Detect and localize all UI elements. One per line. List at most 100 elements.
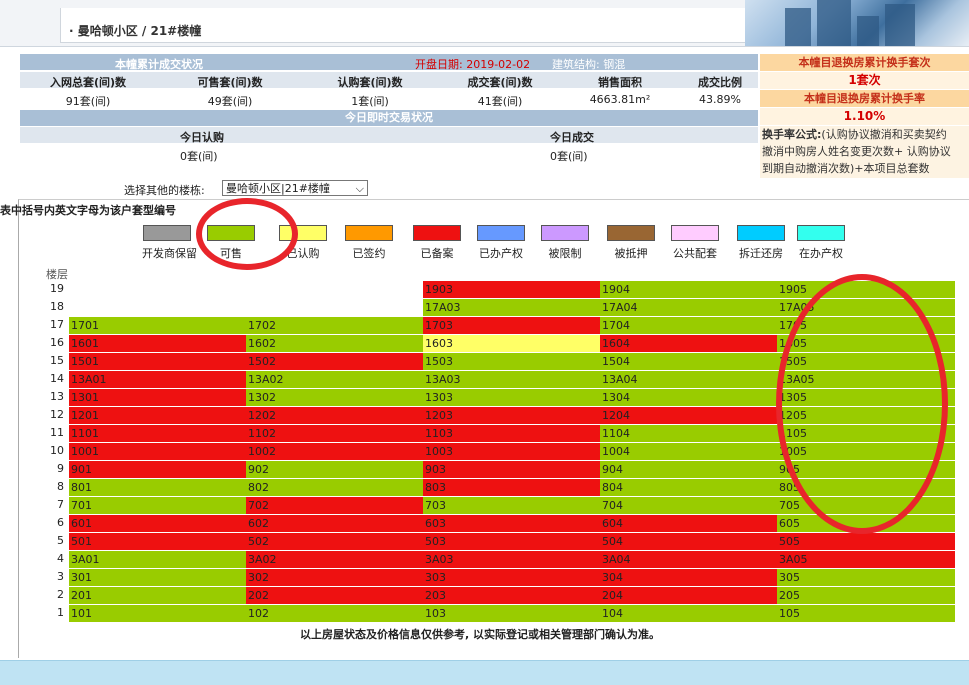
unit-cell[interactable]: 1202 xyxy=(246,407,423,424)
unit-cell[interactable]: 701 xyxy=(69,497,246,514)
unit-cell[interactable]: 305 xyxy=(777,569,955,586)
unit-cell[interactable]: 501 xyxy=(69,533,246,550)
unit-cell[interactable]: 904 xyxy=(600,461,777,478)
unit-cell[interactable]: 1302 xyxy=(246,389,423,406)
unit-cell[interactable]: 202 xyxy=(246,587,423,604)
unit-cell[interactable]: 1903 xyxy=(423,281,600,298)
unit-cell[interactable]: 1304 xyxy=(600,389,777,406)
unit-cell[interactable]: 1502 xyxy=(246,353,423,370)
unit-cell[interactable]: 504 xyxy=(600,533,777,550)
unit-cell[interactable]: 101 xyxy=(69,605,246,622)
unit-cell[interactable]: 102 xyxy=(246,605,423,622)
unit-cell[interactable]: 13A05 xyxy=(777,371,955,388)
unit-cell[interactable]: 802 xyxy=(246,479,423,496)
unit-cell[interactable]: 1001 xyxy=(69,443,246,460)
unit-cell[interactable]: 702 xyxy=(246,497,423,514)
unit-cell[interactable]: 13A02 xyxy=(246,371,423,388)
unit-cell[interactable]: 204 xyxy=(600,587,777,604)
unit-cell[interactable]: 1002 xyxy=(246,443,423,460)
unit-cell[interactable]: 105 xyxy=(777,605,955,622)
unit-cell[interactable]: 704 xyxy=(600,497,777,514)
unit-cell[interactable]: 301 xyxy=(69,569,246,586)
unit-cell[interactable]: 1004 xyxy=(600,443,777,460)
unit-cell[interactable]: 805 xyxy=(777,479,955,496)
unit-cell[interactable]: 705 xyxy=(777,497,955,514)
unit-cell[interactable]: 801 xyxy=(69,479,246,496)
unit-cell[interactable]: 3A03 xyxy=(423,551,600,568)
unit-cell[interactable]: 602 xyxy=(246,515,423,532)
unit-cell[interactable]: 1301 xyxy=(69,389,246,406)
unit-cell[interactable]: 1501 xyxy=(69,353,246,370)
unit-cell[interactable]: 804 xyxy=(600,479,777,496)
unit-cell[interactable]: 1101 xyxy=(69,425,246,442)
unit-cell[interactable]: 1104 xyxy=(600,425,777,442)
unit-cell[interactable]: 103 xyxy=(423,605,600,622)
legend-item: 已备案 xyxy=(412,225,462,261)
table-note: 表中括号内英文字母为该户套型编号 xyxy=(0,204,176,217)
floor-number: 2 xyxy=(57,588,64,601)
unit-cell[interactable]: 1102 xyxy=(246,425,423,442)
unit-cell[interactable]: 601 xyxy=(69,515,246,532)
formula-label: 换手率公式: xyxy=(762,128,822,141)
unit-cell[interactable]: 201 xyxy=(69,587,246,604)
building-select[interactable]: 曼哈顿小区|21#楼幢 ⌵ xyxy=(222,180,368,196)
unit-cell[interactable]: 203 xyxy=(423,587,600,604)
unit-cell[interactable]: 1504 xyxy=(600,353,777,370)
unit-cell[interactable]: 604 xyxy=(600,515,777,532)
unit-cell[interactable]: 3A01 xyxy=(69,551,246,568)
legend-swatch xyxy=(671,225,719,241)
unit-cell[interactable]: 104 xyxy=(600,605,777,622)
unit-cell[interactable]: 1105 xyxy=(777,425,955,442)
unit-cell[interactable]: 1702 xyxy=(246,317,423,334)
unit-cell[interactable]: 1905 xyxy=(777,281,955,298)
unit-cell[interactable]: 1704 xyxy=(600,317,777,334)
unit-cell[interactable]: 17A05 xyxy=(777,299,955,316)
unit-cell[interactable]: 1701 xyxy=(69,317,246,334)
unit-cell[interactable]: 302 xyxy=(246,569,423,586)
unit-cell[interactable]: 1904 xyxy=(600,281,777,298)
unit-cell[interactable]: 503 xyxy=(423,533,600,550)
unit-cell[interactable]: 605 xyxy=(777,515,955,532)
unit-cell[interactable]: 1601 xyxy=(69,335,246,352)
unit-cell[interactable]: 13A03 xyxy=(423,371,600,388)
unit-cell[interactable]: 505 xyxy=(777,533,955,550)
unit-cell[interactable]: 502 xyxy=(246,533,423,550)
unit-cell[interactable]: 1205 xyxy=(777,407,955,424)
unit-cell[interactable]: 1705 xyxy=(777,317,955,334)
unit-cell[interactable]: 17A03 xyxy=(423,299,600,316)
legend-label: 被限制 xyxy=(548,247,582,260)
unit-cell[interactable]: 3A02 xyxy=(246,551,423,568)
unit-cell[interactable]: 905 xyxy=(777,461,955,478)
unit-cell[interactable]: 1005 xyxy=(777,443,955,460)
turnover-panel: 本幢目退换房累计换手套次 1套次 本幢目退换房累计换手率 1.10% 换手率公式… xyxy=(760,54,969,178)
unit-cell[interactable]: 304 xyxy=(600,569,777,586)
unit-cell[interactable]: 903 xyxy=(423,461,600,478)
unit-cell[interactable]: 901 xyxy=(69,461,246,478)
unit-cell[interactable]: 1204 xyxy=(600,407,777,424)
unit-cell[interactable]: 205 xyxy=(777,587,955,604)
unit-cell[interactable]: 1604 xyxy=(600,335,777,352)
unit-cell[interactable]: 703 xyxy=(423,497,600,514)
unit-cell[interactable]: 1203 xyxy=(423,407,600,424)
unit-cell[interactable]: 1503 xyxy=(423,353,600,370)
unit-cell[interactable]: 1703 xyxy=(423,317,600,334)
unit-cell[interactable]: 1303 xyxy=(423,389,600,406)
unit-cell[interactable]: 13A04 xyxy=(600,371,777,388)
unit-cell[interactable]: 1103 xyxy=(423,425,600,442)
unit-cell[interactable]: 3A05 xyxy=(777,551,955,568)
unit-cell[interactable]: 1603 xyxy=(423,335,600,352)
unit-cell[interactable]: 3A04 xyxy=(600,551,777,568)
unit-cell[interactable]: 1201 xyxy=(69,407,246,424)
unit-cell[interactable]: 13A01 xyxy=(69,371,246,388)
unit-cell[interactable]: 17A04 xyxy=(600,299,777,316)
unit-cell[interactable]: 1305 xyxy=(777,389,955,406)
unit-cell[interactable]: 603 xyxy=(423,515,600,532)
unit-cell[interactable]: 803 xyxy=(423,479,600,496)
unit-cell[interactable]: 1602 xyxy=(246,335,423,352)
disclaimer-note: 以上房屋状态及价格信息仅供参考, 以实际登记或相关管理部门确认为准。 xyxy=(300,628,661,641)
unit-cell[interactable]: 1003 xyxy=(423,443,600,460)
unit-cell[interactable]: 902 xyxy=(246,461,423,478)
unit-cell[interactable]: 303 xyxy=(423,569,600,586)
unit-cell[interactable]: 1505 xyxy=(777,353,955,370)
unit-cell[interactable]: 1605 xyxy=(777,335,955,352)
